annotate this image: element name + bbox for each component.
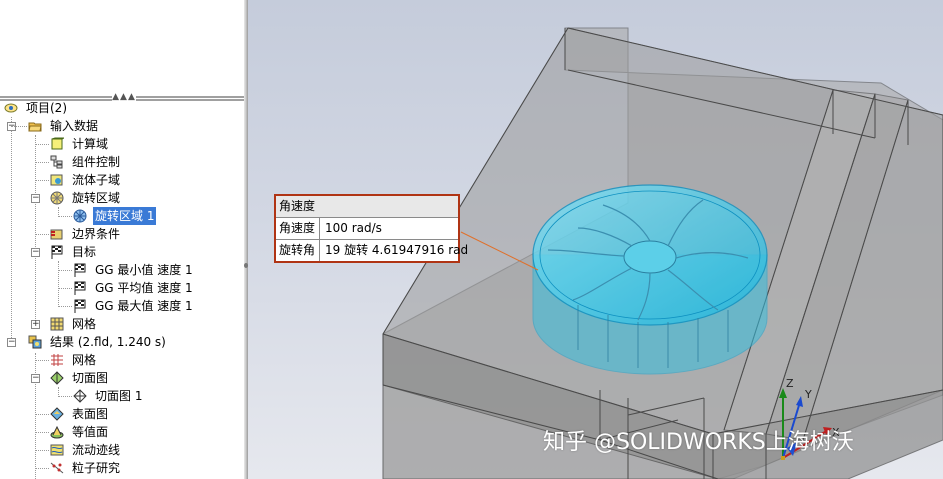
tree-item-label: 边界条件 bbox=[72, 227, 121, 241]
folder-open-icon bbox=[28, 122, 42, 132]
tree-item-label: 切面图 bbox=[72, 371, 109, 385]
tree-item-component-control[interactable]: 组件控制 bbox=[50, 153, 230, 171]
tree-item-surface-plots[interactable]: 表面图 bbox=[50, 405, 230, 423]
tree-item-mesh[interactable]: 网格 bbox=[50, 315, 230, 333]
goal-flag-icon bbox=[74, 299, 86, 313]
tree-item-label: 粒子研究 bbox=[72, 461, 121, 475]
tree-item-fluid-subdomain[interactable]: 流体子域 bbox=[50, 171, 230, 189]
tree-item-input-data[interactable]: 输入数据 bbox=[28, 117, 238, 135]
component-control-icon bbox=[50, 155, 63, 169]
tree-item-rotating-regions[interactable]: 旋转区域 bbox=[50, 189, 230, 207]
rotating-region-icon bbox=[50, 191, 64, 205]
particle-study-icon bbox=[50, 462, 64, 474]
tree-item-goal-max-velocity[interactable]: GG 最大值 速度 1 bbox=[73, 297, 233, 315]
callout-row-angular-velocity: 角速度 100 rad/s bbox=[276, 217, 458, 239]
tree-item-goals[interactable]: 目标 bbox=[50, 243, 230, 261]
tree-item-label: 网格 bbox=[72, 317, 97, 331]
expander-input-data[interactable]: − bbox=[31, 194, 40, 203]
mesh-icon bbox=[50, 317, 64, 331]
tree-item-particle-studies[interactable]: 粒子研究 bbox=[50, 459, 230, 477]
expander-rotating-regions[interactable]: − bbox=[31, 248, 40, 257]
tree-item-label: GG 平均值 速度 1 bbox=[95, 281, 193, 295]
callout-value: 100 rad/s bbox=[325, 221, 382, 235]
results-icon bbox=[28, 335, 42, 349]
tree-item-label: 计算域 bbox=[72, 137, 109, 151]
goal-flag-icon bbox=[74, 263, 86, 277]
callout-label: 角速度 bbox=[276, 218, 320, 239]
tree-item-project[interactable]: 项目(2) bbox=[4, 99, 234, 117]
expander-cut-plots[interactable]: − bbox=[31, 374, 40, 383]
tree-item-cut-plots[interactable]: 切面图 bbox=[50, 369, 230, 387]
tree-item-label: 流动迹线 bbox=[72, 443, 121, 457]
tree-item-goal-avg-velocity[interactable]: GG 平均值 速度 1 bbox=[73, 279, 233, 297]
tree-item-label: GG 最小值 速度 1 bbox=[95, 263, 193, 277]
mesh-icon bbox=[51, 354, 63, 366]
expander-results[interactable]: − bbox=[7, 338, 16, 347]
tree-item-label: 表面图 bbox=[72, 407, 109, 421]
tree-item-label: 目标 bbox=[72, 245, 97, 259]
rotating-region-icon bbox=[73, 209, 87, 223]
isosurface-icon bbox=[50, 425, 64, 439]
cut-plot-icon bbox=[73, 389, 87, 403]
tree-item-label: 流体子域 bbox=[72, 173, 121, 187]
tree-item-label: 输入数据 bbox=[50, 119, 99, 133]
tree-item-label: 结果 (2.fld, 1.240 s) bbox=[50, 335, 166, 349]
project-icon bbox=[4, 103, 18, 113]
tree-item-label: 等值面 bbox=[72, 425, 109, 439]
cut-plot-icon bbox=[50, 371, 64, 385]
expander-mesh[interactable]: + bbox=[31, 320, 40, 329]
boundary-condition-icon bbox=[50, 229, 63, 240]
tree-item-label: 组件控制 bbox=[72, 155, 121, 169]
tree-item-computational-domain[interactable]: 计算域 bbox=[50, 135, 230, 153]
tree-item-label: 旋转区域 1 bbox=[93, 207, 157, 225]
feature-tree-panel: ▲▲▲ − − − + − − 项目(2) 输入数据 计算域 组件控制 流体子域… bbox=[0, 0, 244, 479]
tree-item-isosurfaces[interactable]: 等值面 bbox=[50, 423, 230, 441]
tree-item-cut-plot-1[interactable]: 切面图 1 bbox=[73, 387, 233, 405]
tree-item-label: 旋转区域 bbox=[72, 191, 121, 205]
tree-item-boundary-conditions[interactable]: 边界条件 bbox=[50, 225, 230, 243]
tree-item-label: GG 最大值 速度 1 bbox=[95, 299, 193, 313]
fluid-subdomain-icon bbox=[50, 174, 63, 186]
tree-item-results-mesh[interactable]: 网格 bbox=[50, 351, 230, 369]
tree-item-label: 项目(2) bbox=[26, 101, 67, 115]
tree-item-flow-trajectories[interactable]: 流动迹线 bbox=[50, 441, 230, 459]
tree-item-label: 网格 bbox=[72, 353, 97, 367]
angular-velocity-callout[interactable]: 角速度 角速度 100 rad/s 旋转角 19 旋转 4.61947916 r… bbox=[274, 194, 468, 263]
callout-title: 角速度 bbox=[276, 196, 458, 217]
tree-item-label: 切面图 1 bbox=[95, 389, 143, 403]
callout-row-rotation-angle: 旋转角 19 旋转 4.61947916 rad bbox=[276, 239, 468, 261]
tree-item-results[interactable]: 结果 (2.fld, 1.240 s) bbox=[28, 333, 238, 351]
callout-label: 旋转角 bbox=[276, 240, 320, 261]
flow-trajectory-icon bbox=[50, 444, 64, 456]
callout-value: 19 旋转 4.61947916 rad bbox=[325, 243, 469, 257]
computational-domain-icon bbox=[51, 137, 64, 150]
tree-item-rotating-region-1[interactable]: 旋转区域 1 bbox=[73, 207, 233, 225]
goals-icon bbox=[51, 245, 63, 259]
axis-label-z: Z bbox=[786, 377, 794, 390]
watermark: 知乎 @SOLIDWORKS上海树沃 bbox=[543, 430, 854, 455]
surface-plot-icon bbox=[50, 407, 64, 421]
axis-label-y: Y bbox=[805, 388, 812, 401]
tree-item-goal-min-velocity[interactable]: GG 最小值 速度 1 bbox=[73, 261, 233, 279]
goal-flag-icon bbox=[74, 281, 86, 295]
